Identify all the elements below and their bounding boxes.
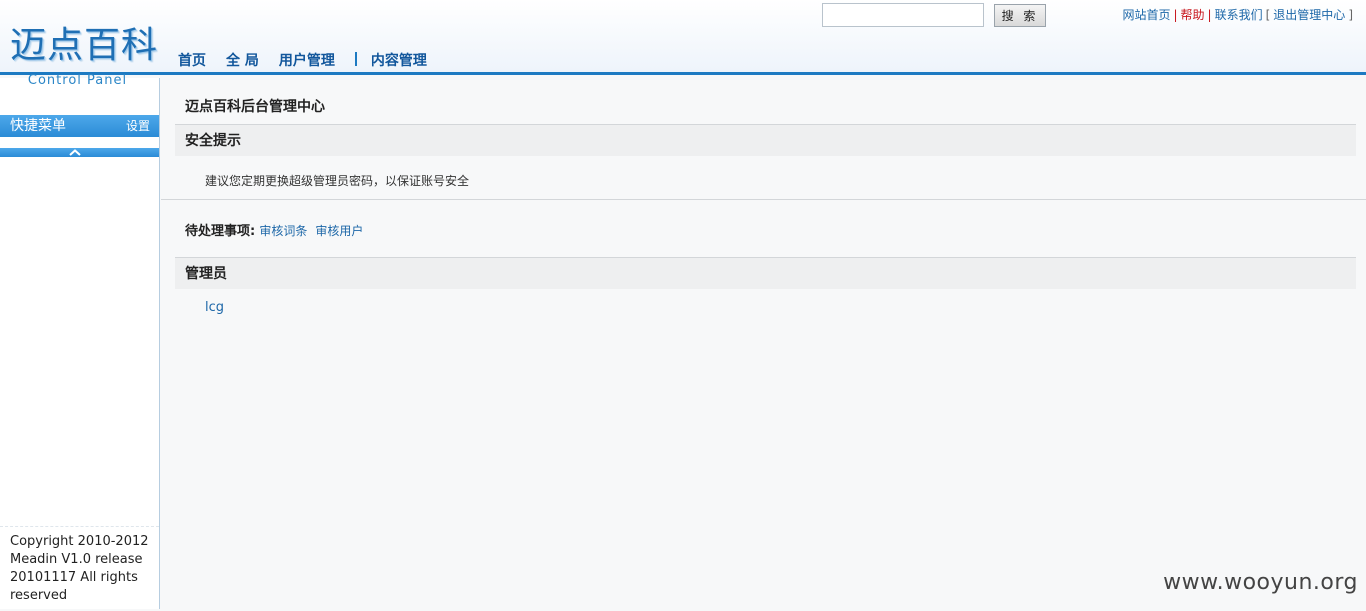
security-heading: 安全提示: [175, 124, 1356, 156]
admins-heading: 管理员: [175, 257, 1356, 289]
help-link[interactable]: 帮助: [1181, 8, 1205, 22]
pending-items: 待处理事项: 审核词条 审核用户: [185, 220, 371, 239]
copyright-text: Copyright 2010-2012 Meadin V1.0 release …: [0, 526, 159, 611]
quick-menu-settings-link[interactable]: 设置: [126, 115, 150, 137]
top-links: 网站首页 | 帮助 | 联系我们[退出管理中心]: [1122, 8, 1353, 22]
quick-menu-bar: 快捷菜单 设置: [0, 115, 159, 137]
search-button[interactable]: 搜 索: [994, 4, 1046, 27]
section-divider: [161, 199, 1366, 200]
sidebar: Control Panel 快捷菜单 设置 Copyright 2010-201…: [0, 73, 160, 611]
nav-separator: [354, 52, 357, 66]
quick-menu-title: 快捷菜单: [10, 118, 66, 134]
logo-subtitle: Control Panel: [27, 73, 128, 88]
contact-link[interactable]: 联系我们: [1215, 8, 1263, 22]
logout-link[interactable]: 退出管理中心: [1273, 8, 1345, 22]
nav-item-content-management[interactable]: 内容管理: [371, 50, 427, 70]
watermark-text: www.wooyun.org: [1163, 570, 1358, 595]
site-logo[interactable]: 迈点百科: [0, 0, 160, 72]
security-tip-text: 建议您定期更换超级管理员密码，以保证账号安全: [205, 174, 470, 188]
main-nav: 首页全 局用户管理 内容管理: [178, 50, 447, 70]
review-users-link[interactable]: 审核用户: [315, 224, 363, 238]
site-home-link[interactable]: 网站首页: [1122, 8, 1170, 22]
review-entries-link[interactable]: 审核词条: [259, 224, 307, 238]
main-content: 迈点百科后台管理中心 安全提示 建议您定期更换超级管理员密码，以保证账号安全 待…: [161, 78, 1366, 609]
admin-user-link[interactable]: lcg: [205, 300, 224, 315]
nav-item-user-management[interactable]: 用户管理: [279, 50, 335, 70]
page-title: 迈点百科后台管理中心: [185, 99, 325, 115]
pending-label: 待处理事项:: [185, 224, 256, 239]
logo-title: 迈点百科: [10, 25, 159, 66]
chevron-up-icon: [69, 149, 81, 156]
search-input[interactable]: [822, 3, 984, 27]
nav-item-home[interactable]: 首页: [178, 50, 206, 70]
nav-item-global[interactable]: 全 局: [226, 50, 259, 70]
top-header: 迈点百科 搜 索 网站首页 | 帮助 | 联系我们[退出管理中心] 首页全 局用户管理 内…: [0, 0, 1366, 75]
collapse-toggle[interactable]: [0, 148, 159, 157]
